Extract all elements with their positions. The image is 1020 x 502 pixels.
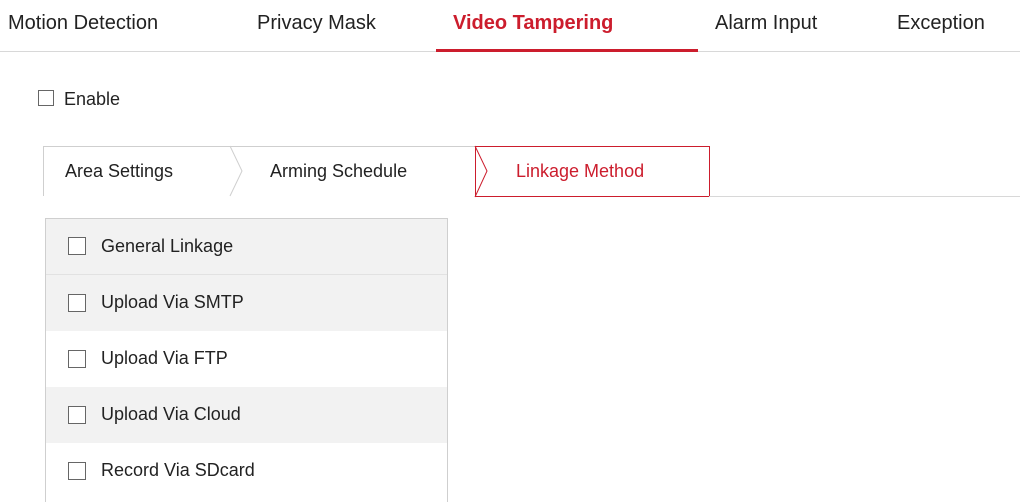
chevron-right-icon [229, 145, 243, 197]
general-linkage-label: General Linkage [101, 236, 234, 256]
list-item: Upload Via FTP [46, 331, 447, 387]
upload-smtp-checkbox[interactable] [68, 294, 86, 312]
list-item-label: Upload Via FTP [101, 348, 228, 368]
tab-video-tampering[interactable]: Video Tampering [453, 8, 613, 38]
sub-tab-divider [709, 196, 1020, 197]
video-tampering-page: Motion Detection Privacy Mask Video Tamp… [0, 0, 1020, 502]
list-item-label: Record Via SDcard [101, 460, 255, 480]
general-linkage-checkbox[interactable] [68, 237, 86, 255]
upload-ftp-checkbox[interactable] [68, 350, 86, 368]
sub-tab-bar: Area Settings Arming Schedule Linkage Me… [43, 145, 1020, 198]
general-linkage-header: General Linkage [46, 218, 447, 275]
linkage-list: General Linkage Upload Via SMTP Upload V… [45, 218, 448, 502]
enable-label: Enable [64, 89, 121, 109]
enable-checkbox[interactable] [38, 90, 54, 106]
list-item-label: Upload Via Cloud [101, 404, 241, 424]
list-item: Record Via SDcard [46, 443, 447, 499]
tab-exception[interactable]: Exception [897, 8, 985, 38]
subtab-linkage-method[interactable]: Linkage Method [516, 159, 644, 183]
list-item: Upload Via Cloud [46, 387, 447, 443]
subtab-arming-schedule[interactable]: Arming Schedule [270, 159, 407, 183]
top-tab-bar: Motion Detection Privacy Mask Video Tamp… [0, 0, 1020, 52]
active-tab-indicator [436, 49, 698, 52]
upload-cloud-checkbox[interactable] [68, 406, 86, 424]
list-item: Upload Via SMTP [46, 275, 447, 331]
chevron-right-icon [474, 145, 488, 198]
list-item-label: Upload Via SMTP [101, 292, 244, 312]
record-sdcard-checkbox[interactable] [68, 462, 86, 480]
tab-privacy-mask[interactable]: Privacy Mask [257, 8, 376, 38]
tab-motion-detection[interactable]: Motion Detection [8, 8, 158, 38]
subtab-area-settings[interactable]: Area Settings [65, 159, 173, 183]
tab-alarm-input[interactable]: Alarm Input [715, 8, 817, 38]
